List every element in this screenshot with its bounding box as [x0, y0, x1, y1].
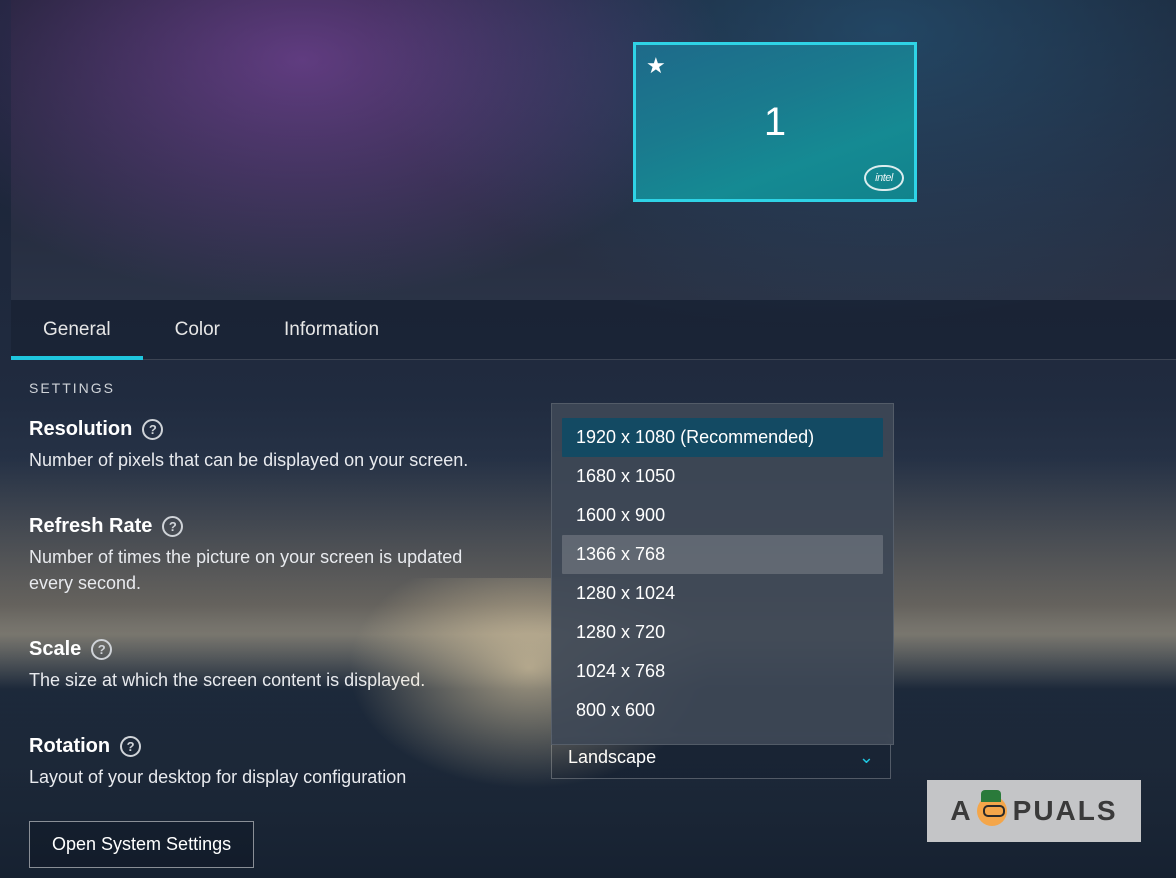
resolution-option[interactable]: 1680 x 1050: [562, 457, 883, 496]
tab-color[interactable]: Color: [143, 300, 252, 359]
resolution-desc: Number of pixels that can be displayed o…: [29, 447, 499, 473]
resolution-option[interactable]: 1366 x 768: [562, 535, 883, 574]
tab-bar: General Color Information: [11, 300, 1176, 360]
resolution-option[interactable]: 1920 x 1080 (Recommended): [562, 418, 883, 457]
refresh-rate-desc: Number of times the picture on your scre…: [29, 544, 499, 596]
refresh-rate-label: Refresh Rate: [29, 515, 152, 538]
rotation-label: Rotation: [29, 735, 110, 758]
chevron-down-icon: ⌄: [859, 747, 874, 768]
appuals-watermark: A PUALS: [927, 780, 1141, 842]
resolution-dropdown[interactable]: 1920 x 1080 (Recommended)1680 x 10501600…: [551, 403, 894, 745]
mascot-icon: [977, 796, 1007, 826]
open-system-settings-button[interactable]: Open System Settings: [29, 821, 254, 868]
watermark-text-right: PUALS: [1013, 795, 1118, 827]
monitor-number: 1: [764, 100, 786, 145]
watermark-text-left: A: [950, 795, 972, 827]
help-icon[interactable]: ?: [91, 639, 112, 660]
help-icon[interactable]: ?: [120, 736, 141, 757]
scale-label: Scale: [29, 638, 81, 661]
resolution-option[interactable]: 1024 x 768: [562, 652, 883, 691]
resolution-label: Resolution: [29, 418, 132, 441]
resolution-option[interactable]: 1280 x 1024: [562, 574, 883, 613]
scale-desc: The size at which the screen content is …: [29, 667, 499, 693]
resolution-option[interactable]: 1280 x 720: [562, 613, 883, 652]
intel-logo-icon: intel: [864, 165, 904, 191]
resolution-option[interactable]: 1600 x 900: [562, 496, 883, 535]
tab-general[interactable]: General: [11, 300, 143, 359]
help-icon[interactable]: ?: [162, 516, 183, 537]
resolution-option[interactable]: 800 x 600: [562, 691, 883, 730]
rotation-desc: Layout of your desktop for display confi…: [29, 764, 499, 790]
display-preview-area: ★ 1 intel: [11, 0, 1176, 300]
settings-section-header: SETTINGS: [29, 380, 1158, 396]
star-icon: ★: [646, 53, 666, 79]
tab-information[interactable]: Information: [252, 300, 411, 359]
monitor-tile-1[interactable]: ★ 1 intel: [633, 42, 917, 202]
help-icon[interactable]: ?: [142, 419, 163, 440]
rotation-select-value: Landscape: [568, 747, 656, 768]
